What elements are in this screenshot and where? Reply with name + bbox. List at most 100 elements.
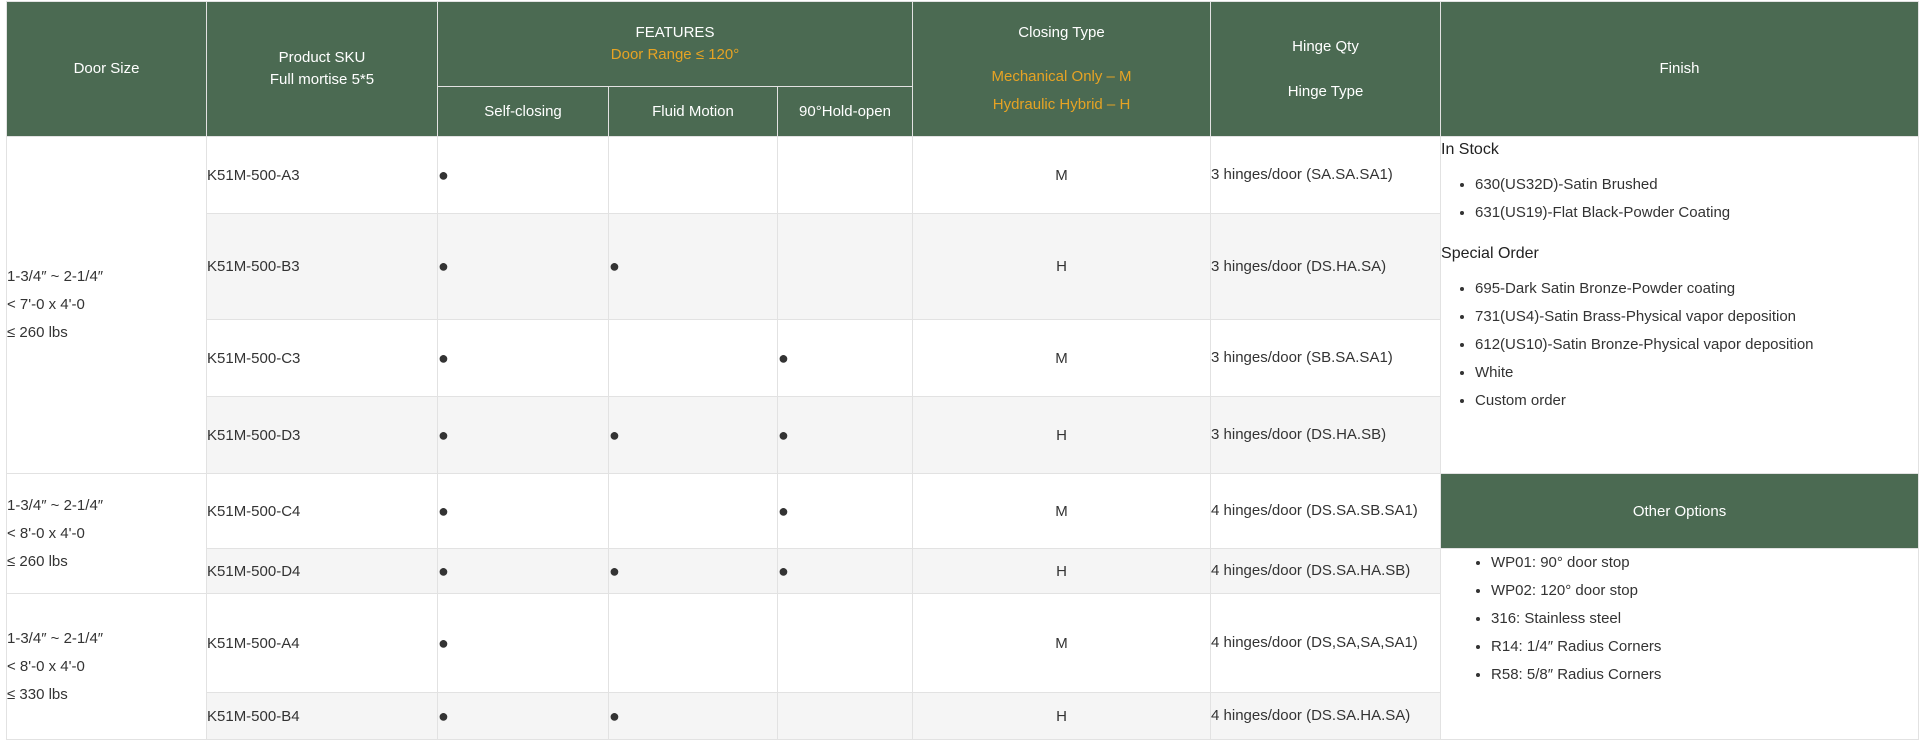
sku-cell: K51M-500-D4 [206,548,438,594]
closing-type-cell: H [912,213,1212,320]
hinge-cell: 3 hinges/door (SA.SA.SA1) [1210,136,1442,214]
header-features-title: FEATURES [635,24,715,41]
fluid-motion-cell: ● [608,548,778,594]
list-item: White [1475,359,1918,387]
closing-type-cell: H [912,548,1212,594]
header-closing-title: Closing Type [1018,24,1105,41]
header-hold-open: 90°Hold-open [776,86,914,137]
self-closing-cell: ● [437,136,609,214]
other-options-header: Other Options [1440,473,1920,549]
product-spec-table: Door Size Product SKU Full mortise 5*5 F… [6,1,1920,740]
closing-type-cell: H [912,692,1212,740]
door-size-dimensions: < 8'-0 x 4'-0 [7,524,85,542]
hold-open-cell: ● [776,548,914,594]
door-size-dimensions: < 8'-0 x 4'-0 [7,657,85,675]
list-item: 316: Stainless steel [1491,605,1918,633]
header-closing-m: Mechanical Only – M [991,68,1132,85]
closing-type-cell: M [912,593,1212,693]
sku-cell: K51M-500-A4 [206,593,438,693]
finish-special-list: 695-Dark Satin Bronze-Powder coating 731… [1441,275,1918,415]
sku-cell: K51M-500-C4 [206,473,438,549]
list-item: R14: 1/4″ Radius Corners [1491,633,1918,661]
header-hinge-qty: Hinge Qty [1292,37,1359,55]
hold-open-cell [776,692,914,740]
hinge-cell: 4 hinges/door (DS.SA.SB.SA1) [1210,473,1442,549]
hinge-cell: 3 hinges/door (SB.SA.SA1) [1210,319,1442,397]
sku-cell: K51M-500-B3 [206,213,438,320]
sku-cell: K51M-500-D3 [206,396,438,474]
self-closing-cell: ● [437,213,609,320]
self-closing-cell: ● [437,319,609,397]
list-item: WP02: 120° door stop [1491,577,1918,605]
hold-open-cell: ● [776,396,914,474]
other-options-list: WP01: 90° door stop WP02: 120° door stop… [1441,549,1918,689]
self-closing-cell: ● [437,396,609,474]
fluid-motion-cell [608,136,778,214]
list-item: 630(US32D)-Satin Brushed [1475,171,1918,199]
hold-open-cell [776,213,914,320]
table-row: 1-3/4″ ~ 2-1/4″ < 7'-0 x 4'-0 ≤ 260 lbs … [6,136,1920,474]
other-options-cell: WP01: 90° door stop WP02: 120° door stop… [1440,548,1920,740]
hold-open-cell: ● [776,473,914,549]
fluid-motion-cell [608,319,778,397]
header-features-range: Door Range ≤ 120° [610,46,740,63]
hinge-cell: 4 hinges/door (DS.SA.HA.SB) [1210,548,1442,594]
self-closing-cell: ● [437,473,609,549]
self-closing-cell: ● [437,548,609,594]
closing-type-cell: H [912,396,1212,474]
sku-cell: K51M-500-C3 [206,319,438,397]
header-self-closing: Self-closing [437,86,609,137]
header-hinge-type: Hinge Type [1287,82,1364,100]
door-size-thickness: 1-3/4″ ~ 2-1/4″ [7,496,104,514]
list-item: R58: 5/8″ Radius Corners [1491,661,1918,689]
hold-open-cell [776,136,914,214]
spec-table-page: Door Size Product SKU Full mortise 5*5 F… [0,0,1920,745]
header-sku-line2: Full mortise 5*5 [269,71,375,88]
header-sku-line1: Product SKU [278,49,366,66]
door-size-weight: ≤ 330 lbs [7,685,68,703]
door-size-thickness: 1-3/4″ ~ 2-1/4″ [7,629,104,647]
hinge-cell: 4 hinges/door (DS,SA,SA,SA1) [1210,593,1442,693]
table-body: 1-3/4″ ~ 2-1/4″ < 7'-0 x 4'-0 ≤ 260 lbs … [6,136,1920,740]
door-size-group: 1-3/4″ ~ 2-1/4″ < 7'-0 x 4'-0 ≤ 260 lbs [6,136,207,474]
fluid-motion-cell: ● [608,213,778,320]
sku-cell: K51M-500-B4 [206,692,438,740]
list-item: 612(US10)-Satin Bronze-Physical vapor de… [1475,331,1918,359]
header-finish: Finish [1440,1,1920,137]
door-size-group: 1-3/4″ ~ 2-1/4″ < 8'-0 x 4'-0 ≤ 330 lbs [6,593,207,740]
list-item: 695-Dark Satin Bronze-Powder coating [1475,275,1918,303]
closing-type-cell: M [912,136,1212,214]
list-item: 731(US4)-Satin Brass-Physical vapor depo… [1475,303,1918,331]
fluid-motion-cell [608,593,778,693]
header-hinge: Hinge Qty Hinge Type [1210,1,1442,137]
fluid-motion-cell [608,473,778,549]
header-product-sku: Product SKU Full mortise 5*5 [206,1,438,137]
list-item: 631(US19)-Flat Black-Powder Coating [1475,199,1918,227]
closing-type-cell: M [912,473,1212,549]
hinge-cell: 3 hinges/door (DS.HA.SA) [1210,213,1442,320]
door-size-weight: ≤ 260 lbs [7,324,68,341]
self-closing-cell: ● [437,593,609,693]
header-closing-type: Closing Type Mechanical Only – M Hydraul… [912,1,1212,137]
self-closing-cell: ● [437,692,609,740]
fluid-motion-cell: ● [608,692,778,740]
hold-open-cell: ● [776,319,914,397]
finish-cell: In Stock 630(US32D)-Satin Brushed 631(US… [1440,136,1920,474]
table-header: Door Size Product SKU Full mortise 5*5 F… [6,1,1920,137]
header-fluid-motion: Fluid Motion [608,86,778,137]
hinge-cell: 4 hinges/door (DS.SA.HA.SA) [1210,692,1442,740]
header-features: FEATURES Door Range ≤ 120° [436,1,914,87]
table-row: 1-3/4″ ~ 2-1/4″ < 8'-0 x 4'-0 ≤ 260 lbs … [6,473,1920,594]
door-size-thickness: 1-3/4″ ~ 2-1/4″ [7,268,104,285]
sku-cell: K51M-500-A3 [206,136,438,214]
table-row: K51M-500-D4 ● ● ● H 4 hinges/door (DS.SA… [7,548,1920,740]
finish-in-stock-list: 630(US32D)-Satin Brushed 631(US19)-Flat … [1441,171,1918,227]
header-door-size: Door Size [6,1,207,137]
list-item: WP01: 90° door stop [1491,549,1918,577]
door-size-group: 1-3/4″ ~ 2-1/4″ < 8'-0 x 4'-0 ≤ 260 lbs [6,473,207,594]
finish-special-title: Special Order [1441,245,1539,262]
closing-type-cell: M [912,319,1212,397]
list-item: Custom order [1475,387,1918,415]
fluid-motion-cell: ● [608,396,778,474]
finish-in-stock-title: In Stock [1441,141,1499,158]
